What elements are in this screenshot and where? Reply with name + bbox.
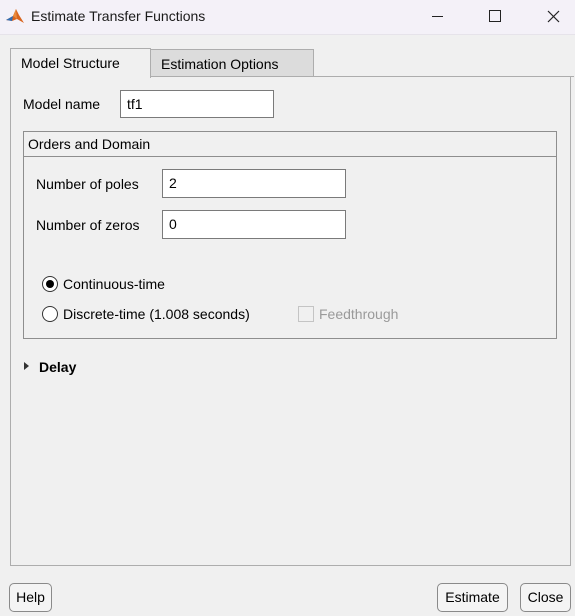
tab-model-structure[interactable]: Model Structure bbox=[10, 48, 151, 78]
discrete-time-radio[interactable] bbox=[42, 306, 58, 322]
continuous-time-label: Continuous-time bbox=[63, 276, 165, 292]
zeros-input[interactable]: 0 bbox=[162, 210, 346, 239]
tab-estimation-options[interactable]: Estimation Options bbox=[151, 49, 314, 77]
zeros-label: Number of zeros bbox=[36, 217, 140, 233]
expand-arrow-icon[interactable] bbox=[24, 362, 29, 370]
minimize-button[interactable] bbox=[417, 0, 463, 34]
continuous-time-radio[interactable] bbox=[42, 276, 58, 292]
close-icon bbox=[547, 10, 560, 23]
tab-bar: Model Structure Estimation Options bbox=[10, 48, 574, 78]
estimate-button[interactable]: Estimate bbox=[437, 583, 508, 612]
help-button[interactable]: Help bbox=[9, 583, 52, 612]
title-bar: Estimate Transfer Functions bbox=[0, 0, 575, 35]
window-title: Estimate Transfer Functions bbox=[31, 8, 206, 24]
close-button[interactable]: Close bbox=[520, 583, 571, 612]
model-name-label: Model name bbox=[23, 96, 101, 112]
feedthrough-checkbox[interactable] bbox=[298, 306, 314, 322]
discrete-time-label: Discrete-time (1.008 seconds) bbox=[63, 306, 250, 322]
matlab-icon bbox=[5, 6, 25, 26]
poles-input[interactable]: 2 bbox=[162, 169, 346, 198]
model-name-input[interactable]: tf1 bbox=[120, 90, 274, 118]
delay-section-header[interactable]: Delay bbox=[39, 359, 76, 375]
poles-label: Number of poles bbox=[36, 176, 139, 192]
group-title: Orders and Domain bbox=[28, 136, 151, 152]
close-window-button[interactable] bbox=[530, 0, 575, 34]
maximize-button[interactable] bbox=[471, 0, 517, 34]
feedthrough-label: Feedthrough bbox=[319, 306, 399, 322]
